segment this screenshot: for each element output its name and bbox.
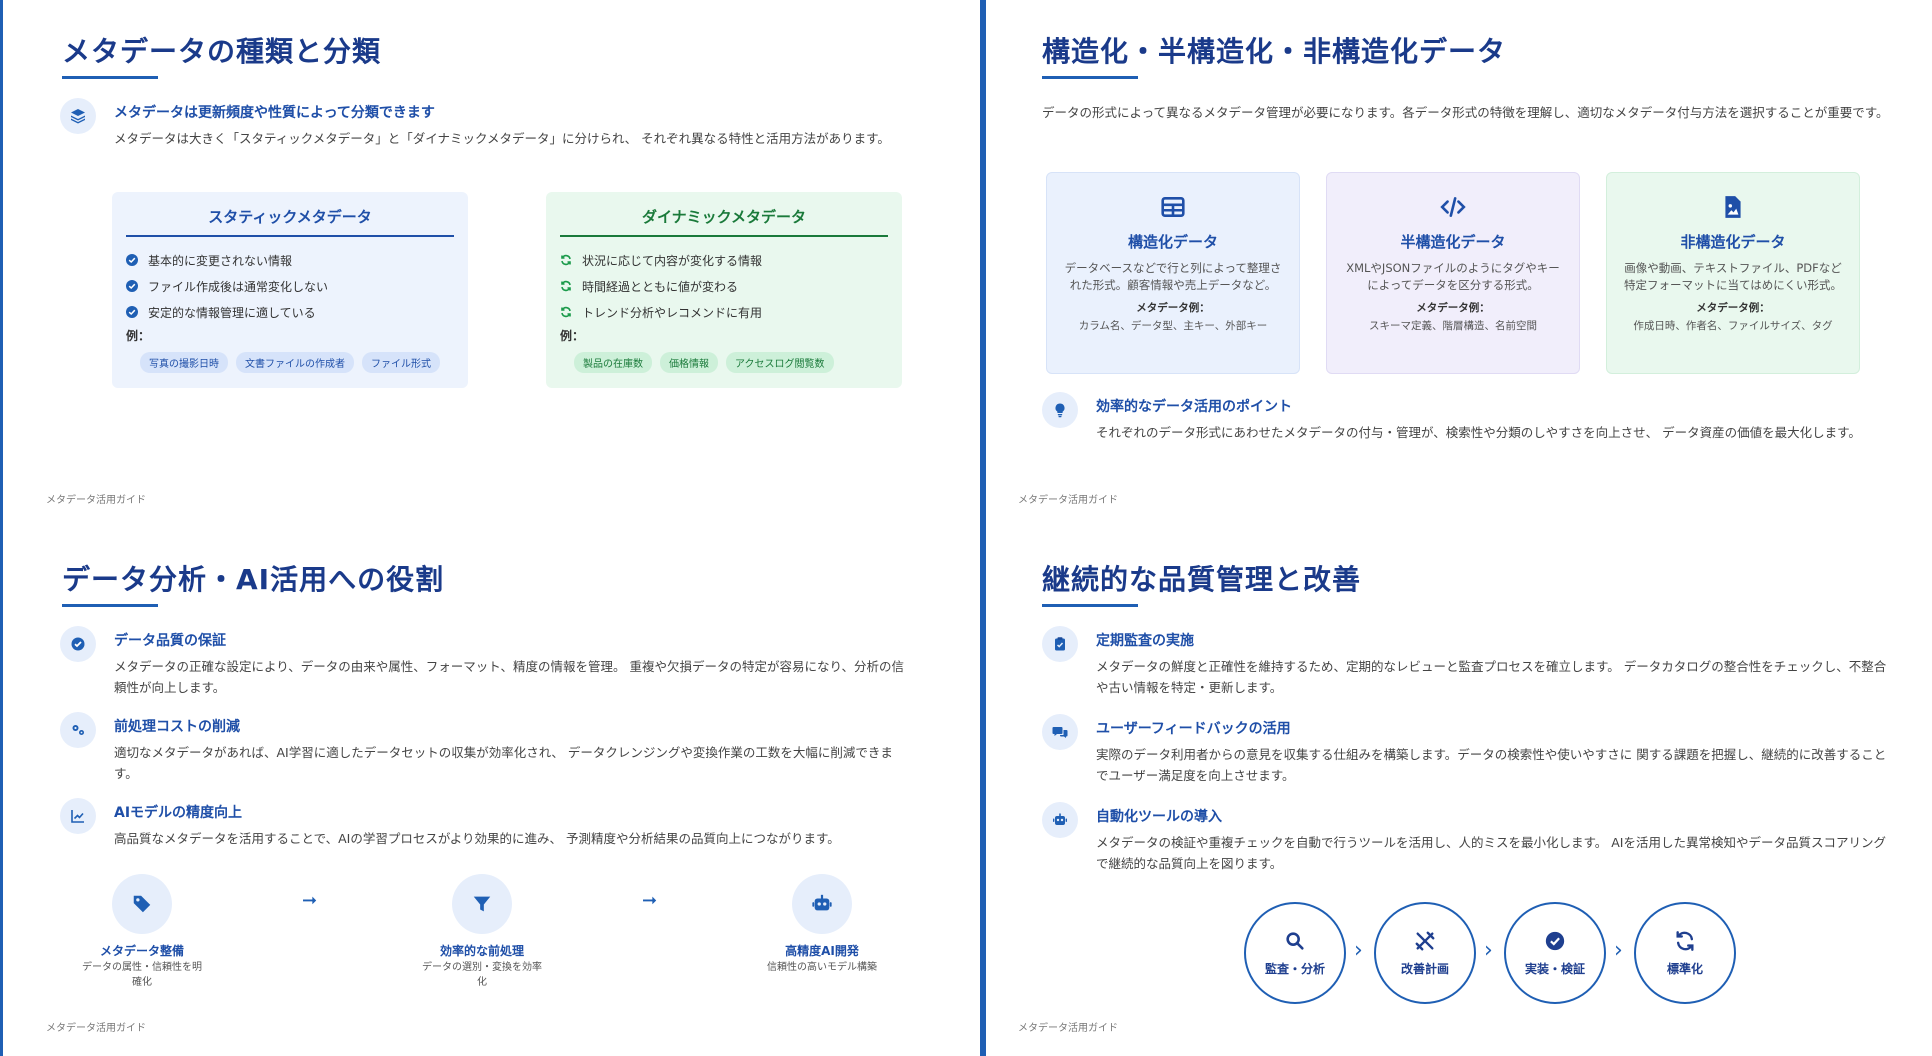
slide-footer: メタデータ活用ガイド <box>46 495 146 506</box>
example-tag: 文書ファイルの作成者 <box>236 352 354 373</box>
slide-metadata-types: メタデータの種類と分類 メタデータは更新頻度や性質によって分類できます メタデー… <box>14 0 974 528</box>
layers-icon <box>60 98 96 134</box>
tools-icon <box>1415 931 1435 950</box>
slide-ai-role: データ分析・AI活用への役割 データ品質の保証 メタデータの正確な設定により、デ… <box>14 528 974 1056</box>
chevron-right-icon: › <box>1354 938 1363 963</box>
point-title: 定期監査の実施 <box>1096 633 1194 649</box>
flow-step-title: メタデータ整備 <box>99 944 184 958</box>
vertical-divider <box>980 0 986 1056</box>
slide-footer: メタデータ活用ガイド <box>46 1023 146 1034</box>
list-item: 安定的な情報管理に適している <box>126 299 454 325</box>
robot-icon <box>1042 802 1078 838</box>
title-underline <box>62 76 158 79</box>
example-tag: ファイル形式 <box>362 352 440 373</box>
semi-structured-data-card: 半構造化データ XMLやJSONファイルのようにタグやキーによってデータを区分す… <box>1326 172 1580 374</box>
cycle-step-implement: 実装・検証 <box>1504 902 1606 1004</box>
unstructured-data-card: 非構造化データ 画像や動画、テキストファイル、PDFなど特定フォーマットに当ては… <box>1606 172 1860 374</box>
cycle-step-standardize: 標準化 <box>1634 902 1736 1004</box>
list-item: トレンド分析やレコメンドに有用 <box>560 299 888 325</box>
title-underline <box>1042 76 1138 79</box>
check-circle-icon <box>126 306 138 318</box>
point-title: AIモデルの精度向上 <box>114 805 243 821</box>
slide-footer: メタデータ活用ガイド <box>1018 495 1118 506</box>
point-title: メタデータは更新頻度や性質によって分類できます <box>114 105 435 121</box>
flow-step-desc: データの属性・信頼性を明確化 <box>82 962 202 988</box>
point-body: 適切なメタデータがあれば、AI学習に適したデータセットの収集が効率化され、 デー… <box>114 745 893 781</box>
slide-title: データ分析・AI活用への役割 <box>62 563 445 596</box>
flow-step-desc: 信頼性の高いモデル構築 <box>767 962 877 973</box>
filter-icon <box>452 874 512 934</box>
cycle-step-plan: 改善計画 <box>1374 902 1476 1004</box>
sync-icon <box>1676 930 1694 951</box>
example-tag: 写真の撮影日時 <box>140 352 228 373</box>
structured-data-card: 構造化データ データベースなどで行と列によって整理された形式。顧客情報や売上デー… <box>1046 172 1300 374</box>
point-title: 自動化ツールの導入 <box>1096 809 1222 825</box>
sync-icon <box>561 306 571 318</box>
intro-text: データの形式によって異なるメタデータ管理が必要になります。各データ形式の特徴を理… <box>1042 105 1889 120</box>
static-metadata-card: スタティックメタデータ 基本的に変更されない情報 ファイル作成後は通常変化しない… <box>112 192 468 388</box>
point-title: 前処理コストの削減 <box>114 719 240 735</box>
slide-title: メタデータの種類と分類 <box>62 35 382 68</box>
check-circle-icon <box>126 254 138 266</box>
lightbulb-icon <box>1042 392 1078 428</box>
slide-title: 継続的な品質管理と改善 <box>1042 563 1362 596</box>
chevron-right-icon: › <box>1614 938 1623 963</box>
image-file-icon <box>1621 193 1845 221</box>
arrow-right-icon: ➞ <box>642 890 658 911</box>
robot-icon <box>792 874 852 934</box>
example-label: 例： <box>126 329 151 343</box>
left-edge-bar <box>0 0 3 1056</box>
point-body: それぞれのデータ形式にあわせたメタデータの付与・管理が、検索性や分類のしやすさを… <box>1096 425 1861 440</box>
point-title: ユーザーフィードバックの活用 <box>1096 721 1291 737</box>
card-title: ダイナミックメタデータ <box>560 206 888 237</box>
tag-icon <box>112 874 172 934</box>
card-title: スタティックメタデータ <box>126 206 454 237</box>
cycle-step-audit: 監査・分析 <box>1244 902 1346 1004</box>
example-tag: 価格情報 <box>660 352 718 373</box>
comments-icon <box>1042 714 1078 750</box>
example-tag: アクセスログ閲覧数 <box>726 352 834 373</box>
table-icon <box>1061 193 1285 221</box>
clipboard-check-icon <box>1042 626 1078 662</box>
flow-step-title: 効率的な前処理 <box>439 944 524 958</box>
sync-icon <box>561 254 571 266</box>
slide-footer: メタデータ活用ガイド <box>1018 1023 1118 1034</box>
example-tag: 製品の在庫数 <box>574 352 652 373</box>
chart-line-icon <box>60 798 96 834</box>
flow-step-desc: データの選別・変換を効率化 <box>422 962 542 988</box>
dynamic-metadata-card: ダイナミックメタデータ 状況に応じて内容が変化する情報 時間経過とともに値が変わ… <box>546 192 902 388</box>
check-circle-icon <box>126 280 138 292</box>
slide-quality-management: 継続的な品質管理と改善 定期監査の実施 メタデータの鮮度と正確性を維持するため、… <box>990 528 1932 1056</box>
point-body: メタデータは大きく「スタティックメタデータ」と「ダイナミックメタデータ」に分けら… <box>114 131 890 146</box>
gears-icon <box>60 712 96 748</box>
slide-data-structures: 構造化・半構造化・非構造化データ データの形式によって異なるメタデータ管理が必要… <box>990 0 1932 528</box>
point-body: 高品質なメタデータを活用することで、AIの学習プロセスがより効果的に進み、 予測… <box>114 831 840 846</box>
point-title: データ品質の保証 <box>114 633 226 649</box>
code-icon <box>1341 193 1565 221</box>
title-underline <box>1042 604 1138 607</box>
point-title: 効率的なデータ活用のポイント <box>1096 399 1292 415</box>
title-underline <box>62 604 158 607</box>
point-body: メタデータの正確な設定により、データの由来や属性、フォーマット、精度の情報を管理… <box>114 659 904 695</box>
list-item: 基本的に変更されない情報 <box>126 247 454 273</box>
arrow-right-icon: ➞ <box>302 890 318 911</box>
list-item: 状況に応じて内容が変化する情報 <box>560 247 888 273</box>
point-body: メタデータの検証や重複チェックを自動で行うツールを活用し、人的ミスを最小化します… <box>1096 835 1886 871</box>
point-body: メタデータの鮮度と正確性を維持するため、定期的なレビューと監査プロセスを確立しま… <box>1096 659 1887 695</box>
point-body: 実際のデータ利用者からの意見を収集する仕組みを構築します。データの検索性や使いや… <box>1096 747 1887 783</box>
flow-step-title: 高精度AI開発 <box>785 944 859 958</box>
sync-icon <box>561 280 571 292</box>
list-item: 時間経過とともに値が変わる <box>560 273 888 299</box>
example-label: 例： <box>560 329 585 343</box>
list-item: ファイル作成後は通常変化しない <box>126 273 454 299</box>
chevron-right-icon: › <box>1484 938 1493 963</box>
slide-title: 構造化・半構造化・非構造化データ <box>1042 35 1507 68</box>
check-circle-icon <box>1545 931 1565 950</box>
search-icon <box>1286 931 1304 950</box>
check-badge-icon <box>60 626 96 662</box>
